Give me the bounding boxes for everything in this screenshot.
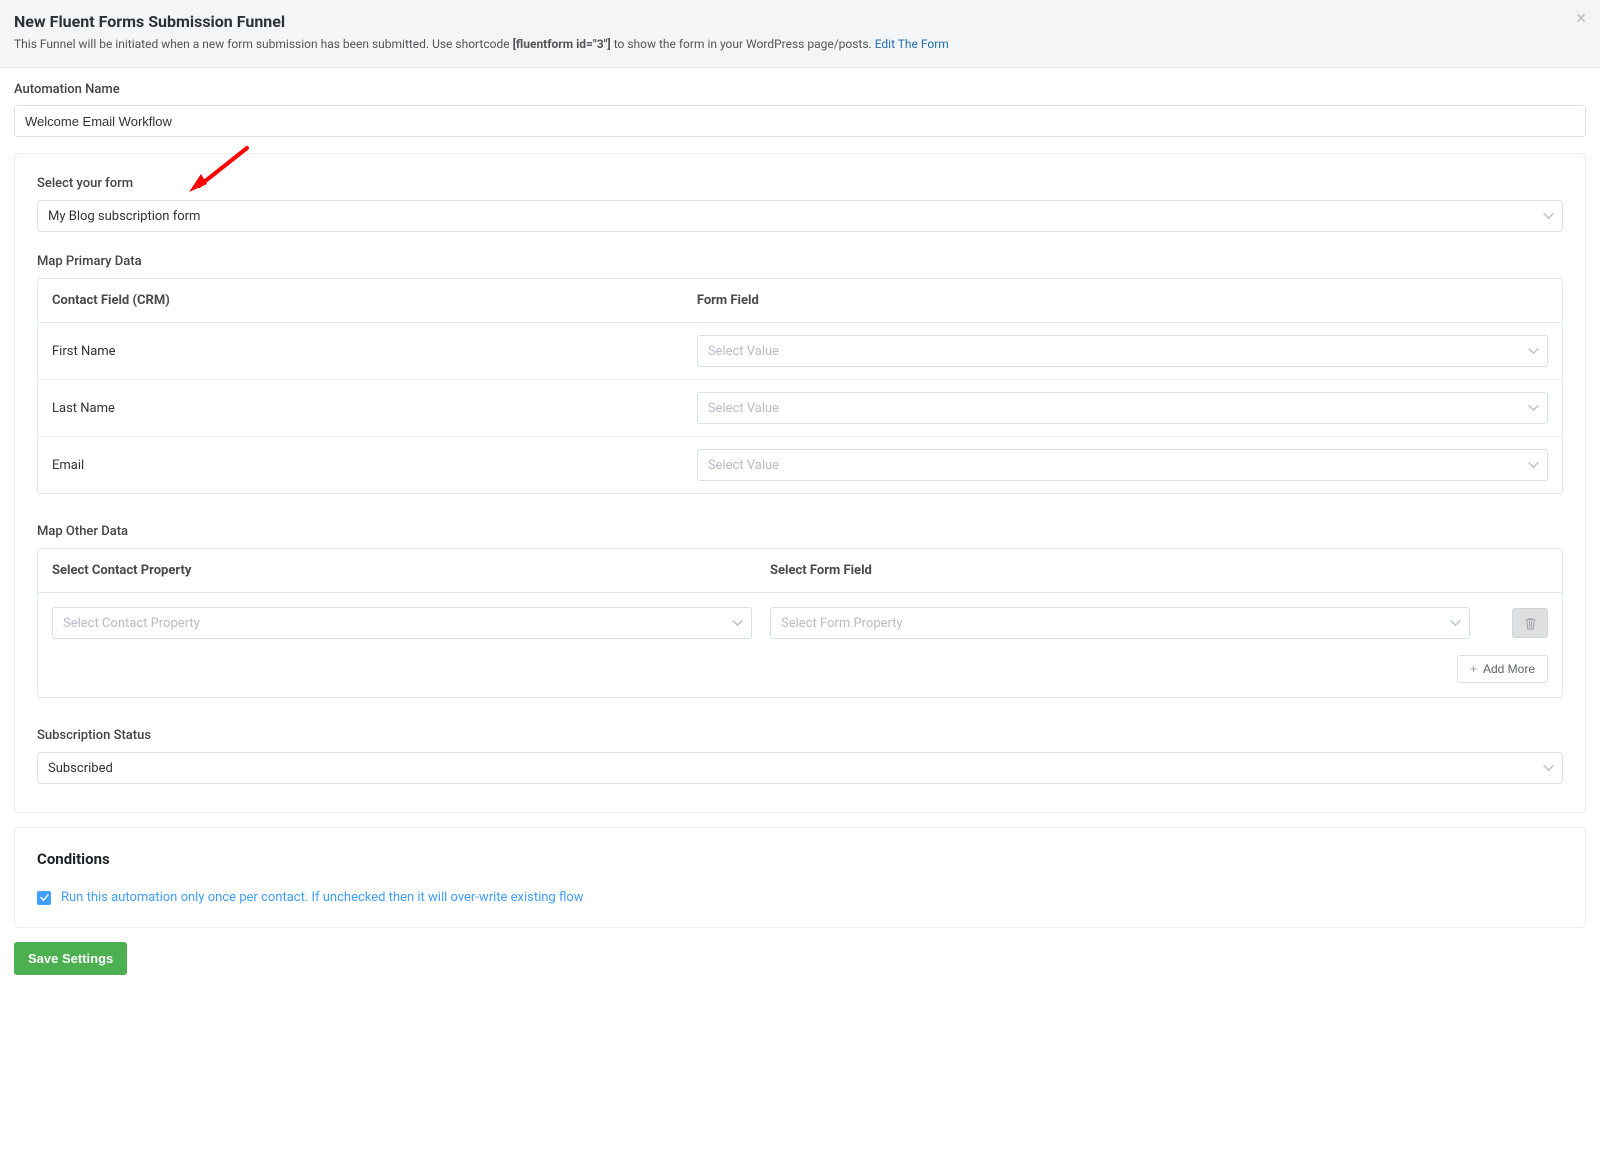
trash-icon [1524,617,1537,630]
table-header: Contact Field (CRM) Form Field [38,279,1562,323]
contact-field-name: Email [52,458,697,473]
subtitle-pre: This Funnel will be initiated when a new… [14,37,513,51]
subtitle-mid: to show the form in your WordPress page/… [611,37,875,51]
add-more-label: Add More [1483,662,1535,676]
select-placeholder: Select Value [708,345,779,358]
checkbox-checked-icon [37,891,51,905]
form-select[interactable]: My Blog subscription form [37,200,1563,232]
chevron-down-icon [1543,763,1554,774]
select-placeholder: Select Contact Property [63,617,200,630]
add-more-button[interactable]: + Add More [1457,655,1548,683]
edit-form-link[interactable]: Edit The Form [875,37,949,51]
table-row: Select Contact Property Select Form Prop… [38,593,1562,645]
subscription-status-value: Subscribed [48,762,113,775]
chevron-down-icon [1528,346,1539,357]
contact-property-select[interactable]: Select Contact Property [52,607,752,639]
col-form-field: Select Form Field [770,563,1470,578]
run-once-label: Run this automation only once per contac… [61,890,584,905]
col-contact-property: Select Contact Property [52,563,752,578]
form-field-select[interactable]: Select Value [697,449,1548,481]
chevron-down-icon [1543,211,1554,222]
chevron-down-icon [1450,618,1461,629]
plus-icon: + [1470,662,1477,676]
form-property-select[interactable]: Select Form Property [770,607,1470,639]
select-form-label: Select your form [37,176,1563,191]
col-contact-field: Contact Field (CRM) [52,293,697,308]
chevron-down-icon [1528,460,1539,471]
chevron-down-icon [1528,403,1539,414]
table-row: Last Name Select Value [38,380,1562,437]
page-title: New Fluent Forms Submission Funnel [14,12,1586,31]
table-row: Email Select Value [38,437,1562,493]
map-other-table: Select Contact Property Select Form Fiel… [37,548,1563,698]
subscription-status-select[interactable]: Subscribed [37,752,1563,784]
contact-field-name: First Name [52,344,697,359]
form-field-select[interactable]: Select Value [697,335,1548,367]
form-select-value: My Blog subscription form [48,210,200,223]
table-row: First Name Select Value [38,323,1562,380]
conditions-panel: Conditions Run this automation only once… [14,827,1586,928]
save-settings-button[interactable]: Save Settings [14,942,127,975]
col-form-field: Form Field [697,293,1548,308]
shortcode-text: [fluentform id="3"] [513,37,611,51]
conditions-title: Conditions [37,850,1563,868]
table-header: Select Contact Property Select Form Fiel… [38,549,1562,593]
contact-field-name: Last Name [52,401,697,416]
automation-name-block: Automation Name [0,68,1600,151]
subscription-status-label: Subscription Status [37,728,1563,743]
chevron-down-icon [732,618,743,629]
save-row: Save Settings [0,942,1600,995]
map-primary-label: Map Primary Data [37,254,1563,269]
delete-row-button[interactable] [1512,608,1548,638]
add-more-row: + Add More [38,645,1562,697]
form-field-select[interactable]: Select Value [697,392,1548,424]
page-subtitle: This Funnel will be initiated when a new… [14,37,1586,51]
map-other-label: Map Other Data [37,524,1563,539]
map-primary-table: Contact Field (CRM) Form Field First Nam… [37,278,1563,494]
select-placeholder: Select Value [708,402,779,415]
select-placeholder: Select Value [708,459,779,472]
run-once-checkbox[interactable]: Run this automation only once per contac… [37,890,1563,905]
close-icon[interactable]: × [1576,10,1586,28]
select-placeholder: Select Form Property [781,617,903,630]
automation-name-input[interactable] [14,105,1586,137]
main-panel: Select your form My Blog subscription fo… [14,153,1586,813]
page-header: × New Fluent Forms Submission Funnel Thi… [0,0,1600,68]
automation-name-label: Automation Name [14,82,1586,97]
